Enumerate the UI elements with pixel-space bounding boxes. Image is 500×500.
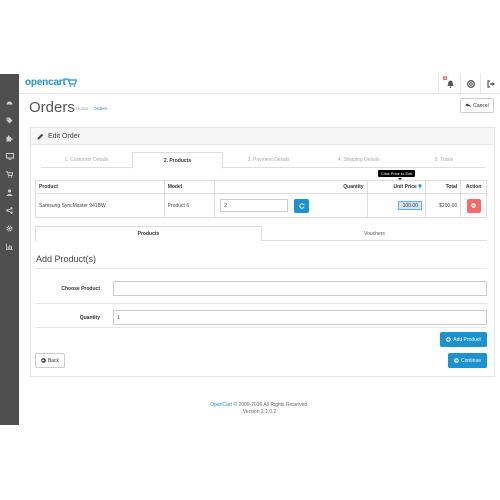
reply-icon bbox=[465, 103, 471, 108]
back-label: Back bbox=[47, 357, 60, 364]
add-products-heading: Add Product(s) bbox=[36, 254, 97, 264]
sidebar-item-customers[interactable] bbox=[0, 185, 19, 199]
unit-price-cell: 100.00 bbox=[366, 193, 427, 218]
choose-product-label: Choose Product bbox=[61, 286, 100, 292]
sidebar-item-sales[interactable] bbox=[0, 167, 19, 181]
bar-chart-icon bbox=[6, 243, 13, 250]
tab-products-list[interactable]: Products bbox=[35, 226, 262, 242]
help-button[interactable] bbox=[465, 78, 477, 90]
column-header-total: Total bbox=[425, 180, 462, 194]
sidebar-item-marketing[interactable] bbox=[0, 203, 19, 217]
television-icon bbox=[5, 152, 14, 160]
logout-button[interactable] bbox=[485, 78, 497, 90]
minus-circle-icon bbox=[471, 203, 476, 208]
unit-price-input[interactable]: 100.00 bbox=[398, 201, 423, 210]
tab-vouchers[interactable]: Vouchers bbox=[262, 226, 487, 242]
panel-title: Edit Order bbox=[48, 132, 80, 140]
back-button[interactable]: Back bbox=[35, 353, 65, 368]
table-row: Samsung SyncMaster 941BW Product 6 2 100… bbox=[35, 193, 487, 218]
breadcrumb-orders[interactable]: Orders bbox=[94, 106, 108, 111]
continue-button[interactable]: Continue bbox=[448, 353, 487, 368]
add-product-button[interactable]: Add Product bbox=[440, 332, 487, 347]
life-ring-icon bbox=[467, 80, 475, 88]
column-header-unit-price: Unit Price bbox=[366, 180, 427, 194]
unit-price-label: Unit Price bbox=[393, 184, 417, 190]
dashboard-icon bbox=[6, 101, 13, 105]
breadcrumb-separator: › bbox=[90, 106, 92, 111]
footer-brand-link[interactable]: OpenCart bbox=[210, 402, 232, 408]
sidebar-item-design[interactable] bbox=[0, 149, 19, 163]
column-header-product: Product bbox=[35, 180, 165, 194]
sidebar-item-system[interactable] bbox=[0, 221, 19, 235]
column-header-action: Action bbox=[460, 180, 487, 194]
user-icon bbox=[6, 188, 13, 196]
quantity-field[interactable]: 1 bbox=[113, 310, 487, 325]
footer-copyright-line: OpenCart © 2009-2016 All Rights Reserved… bbox=[19, 402, 500, 409]
footer: OpenCart © 2009-2016 All Rights Reserved… bbox=[19, 402, 500, 416]
sidebar-item-reports[interactable] bbox=[0, 239, 19, 253]
product-name-cell: Samsung SyncMaster 941BW bbox=[35, 193, 165, 218]
add-product-label: Add Product bbox=[453, 336, 481, 343]
cart-table: Product Model Quantity Unit Price Total … bbox=[35, 180, 487, 218]
info-marker-icon bbox=[418, 184, 422, 189]
column-header-quantity: Quantity bbox=[214, 180, 368, 194]
puzzle-icon bbox=[6, 135, 13, 141]
cancel-button[interactable]: Cancel bbox=[460, 98, 494, 113]
shopping-cart-icon bbox=[6, 170, 13, 178]
refresh-icon bbox=[299, 202, 305, 209]
logo-cart-icon bbox=[65, 78, 77, 87]
cog-icon bbox=[6, 225, 13, 231]
arrow-left-icon bbox=[41, 358, 46, 363]
opencart-logo[interactable]: opencart bbox=[25, 77, 66, 88]
tab-products[interactable]: 2. Products bbox=[132, 152, 223, 169]
sign-out-icon bbox=[487, 80, 495, 88]
product-voucher-tabs: Products Vouchers bbox=[35, 226, 487, 242]
quantity-cell: 2 bbox=[214, 193, 368, 218]
top-header: opencart 5 bbox=[0, 74, 500, 94]
footer-version: Version 2.1.0.2 bbox=[242, 409, 277, 415]
total-cell: $200.00 bbox=[425, 193, 462, 218]
form-divider bbox=[35, 303, 487, 304]
model-cell: Product 6 bbox=[163, 193, 216, 218]
bell-icon bbox=[446, 80, 454, 88]
section-divider bbox=[35, 268, 487, 269]
edit-order-panel: Edit Order 1. Customer Details 2. Produc… bbox=[30, 127, 495, 377]
pencil-icon bbox=[37, 133, 44, 139]
tab-totals[interactable]: 5. Totals bbox=[403, 152, 485, 168]
price-edit-tooltip: Click Price to Edit bbox=[378, 170, 416, 177]
tags-icon bbox=[6, 117, 13, 123]
share-icon bbox=[6, 206, 13, 214]
header-divider bbox=[460, 74, 461, 93]
breadcrumb: Home › Orders bbox=[76, 106, 107, 111]
header-divider bbox=[480, 74, 481, 93]
panel-heading: Edit Order bbox=[31, 128, 494, 145]
sidebar-item-dashboard[interactable] bbox=[0, 95, 19, 109]
column-header-model: Model bbox=[163, 180, 216, 194]
choose-product-input[interactable] bbox=[113, 281, 487, 296]
continue-label: Continue bbox=[460, 357, 481, 364]
remove-product-button[interactable] bbox=[466, 198, 481, 213]
refresh-quantity-button[interactable] bbox=[294, 198, 310, 213]
quantity-label: Quantity bbox=[79, 315, 100, 321]
quantity-input[interactable]: 2 bbox=[220, 199, 289, 212]
notification-badge: 5 bbox=[443, 76, 447, 80]
sidebar-item-extensions[interactable] bbox=[0, 131, 19, 145]
page-title: Orders bbox=[29, 99, 75, 116]
tab-shipping-details[interactable]: 4. Shipping Details bbox=[314, 152, 403, 168]
tab-payment-details[interactable]: 3. Payment Details bbox=[223, 152, 314, 168]
action-cell bbox=[460, 193, 487, 218]
sidebar-item-catalog[interactable] bbox=[0, 113, 19, 127]
header-divider bbox=[438, 74, 439, 93]
order-step-tabs: 1. Customer Details 2. Products 3. Payme… bbox=[41, 152, 485, 169]
sidebar bbox=[0, 74, 19, 425]
plus-circle-icon bbox=[446, 337, 452, 342]
form-divider bbox=[35, 327, 487, 328]
footer-copyright: © 2009-2016 All Rights Reserved. bbox=[233, 402, 309, 408]
tab-customer-details[interactable]: 1. Customer Details bbox=[41, 152, 132, 168]
arrow-right-icon bbox=[454, 358, 459, 363]
table-header-row: Product Model Quantity Unit Price Total … bbox=[35, 180, 487, 194]
cancel-label: Cancel bbox=[473, 102, 489, 109]
breadcrumb-home[interactable]: Home bbox=[76, 106, 88, 111]
